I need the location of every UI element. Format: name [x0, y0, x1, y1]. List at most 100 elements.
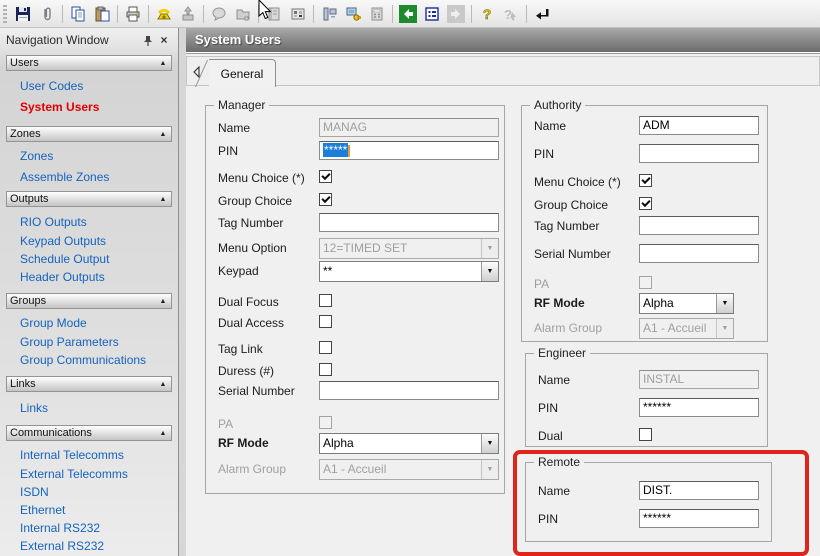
manager-serial-number-field[interactable] — [319, 381, 499, 400]
nav-item-group-parameters[interactable]: Group Parameters — [20, 334, 119, 351]
remote-access-icon[interactable] — [341, 2, 365, 26]
authority-rf-mode-combo[interactable]: Alpha▼ — [639, 293, 734, 314]
svg-text:?: ? — [504, 7, 512, 22]
nav-item-rio-outputs[interactable]: RIO Outputs — [20, 214, 87, 231]
manager-menu-option-combo[interactable]: 12=TIMED SET▼ — [319, 238, 499, 259]
manager-duress-checkbox[interactable] — [319, 363, 332, 376]
engineer-group: Engineer Name INSTAL PIN ****** Dual — [525, 353, 768, 447]
engineer-name-label: Name — [538, 373, 570, 387]
phone-icon[interactable] — [152, 2, 176, 26]
nav-item-keypad-outputs[interactable]: Keypad Outputs — [20, 233, 106, 250]
manager-menu-choice-checkbox[interactable] — [319, 170, 332, 183]
calculator-icon — [365, 2, 389, 26]
manager-menu-choice-label: Menu Choice (*) — [218, 171, 305, 185]
authority-tag-number-field[interactable] — [639, 216, 759, 235]
nav-item-system-users[interactable]: System Users — [20, 99, 99, 116]
pin-icon[interactable] — [140, 32, 156, 48]
svg-text:?: ? — [483, 6, 492, 22]
nav-item-zones[interactable]: Zones — [20, 148, 53, 165]
form-list-icon[interactable] — [420, 2, 444, 26]
nav-item-isdn[interactable]: ISDN — [20, 484, 49, 501]
authority-group-choice-checkbox[interactable] — [639, 197, 652, 210]
save-icon[interactable] — [11, 2, 35, 26]
toolbar-grip[interactable] — [3, 5, 7, 23]
manager-name-field[interactable]: MANAG — [319, 118, 499, 137]
engineer-name-field[interactable]: INSTAL — [639, 370, 759, 389]
nav-section-communications[interactable]: Communications▲ — [6, 425, 172, 441]
nav-item-ethernet[interactable]: Ethernet — [20, 502, 65, 519]
manager-alarm-group-label: Alarm Group — [218, 462, 286, 476]
collapse-arrow-icon[interactable]: ▲ — [155, 381, 171, 388]
manager-tag-link-checkbox[interactable] — [319, 341, 332, 354]
authority-pa-label: PA — [534, 277, 549, 291]
help-icon[interactable]: ? — [475, 2, 499, 26]
manager-group-choice-checkbox[interactable] — [319, 193, 332, 206]
manager-serial-number-label: Serial Number — [218, 384, 295, 398]
authority-menu-choice-checkbox[interactable] — [639, 174, 652, 187]
collapse-arrow-icon[interactable]: ▲ — [155, 131, 171, 138]
manager-keypad-combo[interactable]: **▼ — [319, 261, 499, 282]
engineer-pin-label: PIN — [538, 401, 558, 415]
manager-dual-focus-checkbox[interactable] — [319, 294, 332, 307]
manager-pa-label: PA — [218, 417, 233, 431]
authority-group: Authority Name ADM PIN Menu Choice (*) G… — [521, 105, 768, 342]
print-icon[interactable] — [121, 2, 145, 26]
engineer-dual-checkbox[interactable] — [639, 428, 652, 441]
nav-item-external-telecomms[interactable]: External Telecomms — [20, 466, 128, 483]
forward-arrow-icon — [444, 2, 468, 26]
chevron-down-icon: ▼ — [481, 460, 498, 479]
nav-item-user-codes[interactable]: User Codes — [20, 78, 83, 95]
manager-pin-field[interactable]: ***** — [319, 141, 499, 160]
nav-section-links[interactable]: Links▲ — [6, 376, 172, 392]
manager-pin-label: PIN — [218, 144, 238, 158]
authority-pin-label: PIN — [534, 147, 554, 161]
nav-item-header-outputs[interactable]: Header Outputs — [20, 269, 105, 286]
engineer-pin-field[interactable]: ****** — [639, 398, 759, 417]
nav-item-links[interactable]: Links — [20, 400, 48, 417]
manager-rf-mode-combo[interactable]: Alpha▼ — [319, 433, 499, 454]
authority-serial-number-field[interactable] — [639, 244, 759, 263]
authority-group-choice-label: Group Choice — [534, 198, 608, 212]
nav-section-outputs[interactable]: Outputs▲ — [6, 191, 172, 207]
authority-pin-field[interactable] — [639, 144, 759, 163]
copy-icon[interactable] — [66, 2, 90, 26]
collapse-arrow-icon[interactable]: ▲ — [155, 298, 171, 305]
authority-rf-mode-label: RF Mode — [534, 296, 585, 310]
folder-icon — [231, 2, 255, 26]
close-icon[interactable]: × — [156, 32, 172, 48]
computer-icon — [317, 2, 341, 26]
paste-icon[interactable] — [90, 2, 114, 26]
manager-dual-access-checkbox[interactable] — [319, 315, 332, 328]
navigation-window-header: Navigation Window × — [0, 28, 178, 52]
engineer-group-legend: Engineer — [534, 346, 590, 360]
nav-item-schedule-output[interactable]: Schedule Output — [20, 251, 109, 268]
nav-section-zones[interactable]: Zones▲ — [6, 126, 172, 142]
manager-group-choice-label: Group Choice — [218, 194, 292, 208]
highlight-annotation — [513, 450, 809, 556]
engineer-dual-label: Dual — [538, 429, 563, 443]
return-arrow-icon[interactable] — [530, 2, 554, 26]
manager-tag-number-field[interactable] — [319, 213, 499, 232]
authority-alarm-group-combo: A1 - Accueil▼ — [639, 318, 734, 339]
paperclip-icon[interactable] — [35, 2, 59, 26]
text-caret — [348, 145, 350, 157]
upload-panel-icon — [176, 2, 200, 26]
nav-item-group-mode[interactable]: Group Mode — [20, 315, 87, 332]
nav-item-group-communications[interactable]: Group Communications — [20, 352, 146, 369]
back-green-arrow-icon[interactable] — [396, 2, 420, 26]
panel-grid-icon[interactable] — [286, 2, 310, 26]
tab-general[interactable]: General — [209, 59, 276, 87]
authority-name-field[interactable]: ADM — [639, 116, 759, 135]
tab-strip: General — [186, 56, 820, 86]
nav-item-external-rs232[interactable]: External RS232 — [20, 538, 104, 555]
nav-item-internal-rs232[interactable]: Internal RS232 — [20, 520, 100, 537]
collapse-arrow-icon[interactable]: ▲ — [155, 196, 171, 203]
chevron-down-icon: ▼ — [481, 262, 498, 281]
nav-item-assemble-zones[interactable]: Assemble Zones — [20, 169, 109, 186]
collapse-arrow-icon[interactable]: ▲ — [155, 430, 171, 437]
collapse-arrow-icon[interactable]: ▲ — [155, 60, 171, 67]
nav-section-groups[interactable]: Groups▲ — [6, 293, 172, 309]
nav-item-internal-telecomms[interactable]: Internal Telecomms — [20, 447, 124, 464]
nav-section-users[interactable]: Users▲ — [6, 55, 172, 71]
manager-pa-checkbox — [319, 416, 332, 429]
